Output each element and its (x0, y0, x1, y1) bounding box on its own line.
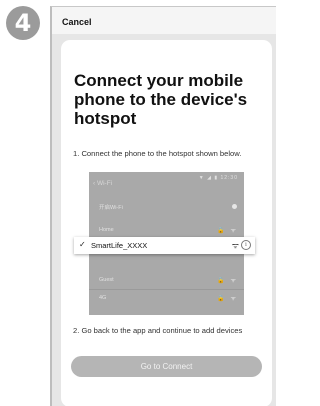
network-name: 4G (99, 295, 107, 301)
toggle-icon (232, 204, 237, 209)
check-icon: ✓ (79, 240, 86, 249)
selected-hotspot-row: ✓ SmartLife_XXXX ᯤ i (74, 237, 255, 254)
cancel-button[interactable]: Cancel (62, 17, 92, 27)
wifi-toggle-label: 开启Wi-Fi (99, 205, 123, 211)
instruction-step-2: 2. Go back to the app and continue to ad… (73, 326, 243, 335)
network-name: Guest (99, 277, 114, 283)
wifi-signal-icon: ᯤ (231, 241, 239, 250)
status-bar: ▼ ◢ ▮ 12:30 (198, 175, 238, 181)
wifi-toggle-row: 开启Wi-Fi (89, 198, 244, 216)
instruction-step-1: 1. Connect the phone to the hotspot show… (73, 149, 242, 158)
go-to-connect-button[interactable]: Go to Connect (71, 356, 262, 377)
wifi-network-row: Guest 🔒 ᯤ (89, 272, 244, 290)
wifi-network-row: 4G 🔒 ᯤ (89, 290, 244, 308)
lock-signal-icon: 🔒 ᯤ (217, 278, 238, 284)
network-name: Home (99, 227, 114, 233)
step-number: 4 (14, 9, 32, 37)
top-bar: Cancel (52, 7, 276, 34)
lock-signal-icon: 🔒 ᯤ (217, 228, 238, 234)
info-icon: i (241, 240, 251, 250)
hotspot-ssid: SmartLife_XXXX (91, 241, 148, 250)
page-title: Connect your mobile phone to the device'… (74, 71, 248, 128)
lock-signal-icon: 🔒 ᯤ (217, 296, 238, 302)
phone-screen: Cancel Connect your mobile phone to the … (50, 6, 276, 406)
step-number-badge: 4 (6, 6, 40, 40)
wifi-header: ‹ Wi-Fi (93, 180, 113, 187)
instruction-card: Connect your mobile phone to the device'… (61, 40, 272, 406)
